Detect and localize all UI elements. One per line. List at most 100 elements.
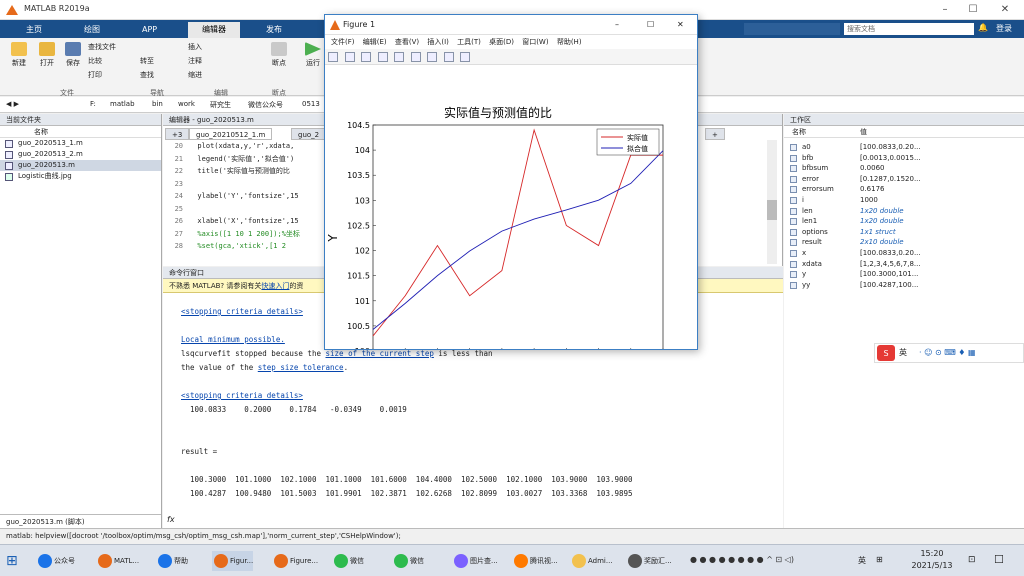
windows-start-icon[interactable]: ⊞	[6, 553, 18, 569]
path-segment[interactable]: 0513	[302, 100, 320, 108]
line-chart[interactable]: 实际值与预测值的比12345678910100100.5101101.51021…	[325, 65, 697, 381]
ime-mode[interactable]: 英	[899, 344, 907, 362]
taskbar-item[interactable]: Figur...	[212, 551, 254, 571]
search-input[interactable]: 搜索文档	[844, 23, 974, 35]
print-button[interactable]: 打印	[88, 70, 102, 80]
path-segment[interactable]: work	[178, 100, 195, 108]
taskbar-item[interactable]: MATL...	[96, 551, 139, 571]
indent-button[interactable]: 缩进	[188, 70, 202, 80]
open-button[interactable]: 打开	[34, 42, 60, 68]
workspace-variable[interactable]: error [0.1287,0.1520...	[784, 174, 1024, 185]
property-icon[interactable]	[460, 52, 471, 62]
getting-started-link[interactable]: 快速入门	[261, 282, 289, 290]
path-segment[interactable]: F:	[90, 100, 96, 108]
tab-apps[interactable]: APP	[128, 22, 171, 38]
new-figure-icon[interactable]	[328, 52, 338, 62]
minimize-icon[interactable]: –	[934, 2, 956, 18]
col-name-header[interactable]: 名称	[792, 126, 806, 138]
clock-date[interactable]: 2021/5/13	[904, 561, 960, 570]
close-icon[interactable]: ✕	[994, 2, 1016, 18]
run-button[interactable]: 运行	[300, 42, 326, 68]
tab-plots[interactable]: 绘图	[70, 22, 114, 38]
path-segment[interactable]: matlab	[110, 100, 135, 108]
name-column-header[interactable]: 名称	[0, 126, 161, 138]
toolbar-icons[interactable]	[744, 23, 840, 35]
comment-button[interactable]: 注释	[188, 56, 202, 66]
pointer-icon[interactable]	[443, 52, 454, 62]
workspace-variable[interactable]: i 1000	[784, 195, 1024, 206]
workspace-variable[interactable]: yy [100.4287,100...	[784, 280, 1024, 291]
save-icon[interactable]	[361, 52, 372, 62]
colorbar-icon[interactable]	[410, 52, 421, 62]
taskbar-item[interactable]: 微信	[392, 551, 424, 571]
workspace-variable[interactable]: result 2x10 double	[784, 237, 1024, 248]
stopping-criteria-link[interactable]: <stopping criteria details>	[181, 307, 303, 316]
stopping-criteria-link[interactable]: <stopping criteria details>	[181, 391, 303, 400]
workspace-variable[interactable]: x [100.0833,0.20...	[784, 248, 1024, 259]
minimize-icon[interactable]: –	[615, 15, 619, 35]
fx-prompt[interactable]: fx	[167, 515, 175, 524]
menu-help[interactable]: 帮助(H)	[557, 38, 582, 46]
ime-tools-icon[interactable]: · ☺ ⊙ ⌨ ♦ ▦	[919, 344, 976, 362]
editor-tab[interactable]: +3	[165, 128, 190, 140]
workspace-variable[interactable]: bfb [0.0013,0.0015...	[784, 153, 1024, 164]
back-icon[interactable]: ◀ ▶	[6, 100, 19, 108]
language-indicator[interactable]: 英	[858, 555, 866, 566]
workspace-variable[interactable]: options 1x1 struct	[784, 227, 1024, 238]
open-icon[interactable]	[344, 52, 355, 62]
path-segment[interactable]: 微信公众号	[248, 100, 283, 110]
workspace-variable[interactable]: len1 1x20 double	[784, 216, 1024, 227]
tab-editor[interactable]: 编辑器	[188, 22, 240, 38]
maximize-icon[interactable]: ☐	[647, 15, 654, 35]
workspace-variable[interactable]: errorsum 0.6176	[784, 184, 1024, 195]
menu-tools[interactable]: 工具(T)	[457, 38, 481, 46]
clock-time[interactable]: 15:20	[908, 549, 956, 558]
taskbar-item[interactable]: Figure...	[272, 551, 318, 571]
save-button[interactable]: 保存	[60, 42, 86, 68]
legend-icon[interactable]	[427, 52, 438, 62]
menu-file[interactable]: 文件(F)	[331, 38, 355, 46]
action-center-icon[interactable]: ☐	[994, 553, 1004, 566]
breakpoints-button[interactable]: 断点	[266, 42, 292, 68]
file-item[interactable]: Logistic曲线.jpg	[0, 171, 161, 182]
editor-tab[interactable]: guo_20210512_1.m	[189, 128, 273, 140]
local-minimum-link[interactable]: Local minimum possible.	[181, 335, 285, 344]
insert-button[interactable]: 插入	[188, 42, 202, 52]
file-item[interactable]: guo_2020513.m	[0, 160, 161, 171]
bell-icon[interactable]: 🔔	[978, 23, 988, 32]
workspace-variable[interactable]: y [100.3000,101...	[784, 269, 1024, 280]
maximize-icon[interactable]: ☐	[962, 2, 984, 18]
taskbar-item[interactable]: 帮助	[156, 551, 188, 571]
goto-button[interactable]: 转至	[140, 56, 154, 66]
taskbar-item[interactable]: Admi...	[570, 551, 613, 571]
menu-desktop[interactable]: 桌面(D)	[489, 38, 514, 46]
print-icon[interactable]	[377, 52, 388, 62]
path-segment[interactable]: bin	[152, 100, 163, 108]
find-files-button[interactable]: 查找文件	[88, 42, 116, 52]
taskbar-item[interactable]: 公众号	[36, 551, 75, 571]
link-icon[interactable]	[394, 52, 405, 62]
close-icon[interactable]: ✕	[677, 15, 684, 35]
editor-scrollbar[interactable]	[767, 140, 777, 264]
taskbar-item[interactable]: 奖励汇...	[626, 551, 672, 571]
taskbar-item[interactable]: 图片查...	[452, 551, 498, 571]
file-item[interactable]: guo_2020513_1.m	[0, 138, 161, 149]
menu-view[interactable]: 查看(V)	[395, 38, 419, 46]
ime-toolbar[interactable]: S 英 · ☺ ⊙ ⌨ ♦ ▦	[874, 343, 1024, 363]
taskbar-item[interactable]: 腾讯视...	[512, 551, 558, 571]
workspace-variable[interactable]: len 1x20 double	[784, 206, 1024, 217]
menu-window[interactable]: 窗口(W)	[522, 38, 548, 46]
tray-icons[interactable]: ● ● ● ● ● ● ● ● ^ ⊡ ◁)	[690, 555, 830, 567]
taskbar-item[interactable]: 微信	[332, 551, 364, 571]
path-segment[interactable]: 研究生	[210, 100, 231, 110]
file-item[interactable]: guo_2020513_2.m	[0, 149, 161, 160]
menu-edit[interactable]: 编辑(E)	[363, 38, 387, 46]
notification-icon[interactable]: ⊡	[968, 555, 976, 565]
tab-publish[interactable]: 发布	[252, 22, 296, 38]
find-button[interactable]: 查找	[140, 70, 154, 80]
menu-insert[interactable]: 插入(I)	[427, 38, 449, 46]
col-value-header[interactable]: 值	[860, 126, 867, 138]
new-button[interactable]: 新建	[6, 42, 32, 68]
workspace-variable[interactable]: xdata [1,2,3,4,5,6,7,8...	[784, 259, 1024, 270]
login-link[interactable]: 登录	[996, 23, 1012, 34]
